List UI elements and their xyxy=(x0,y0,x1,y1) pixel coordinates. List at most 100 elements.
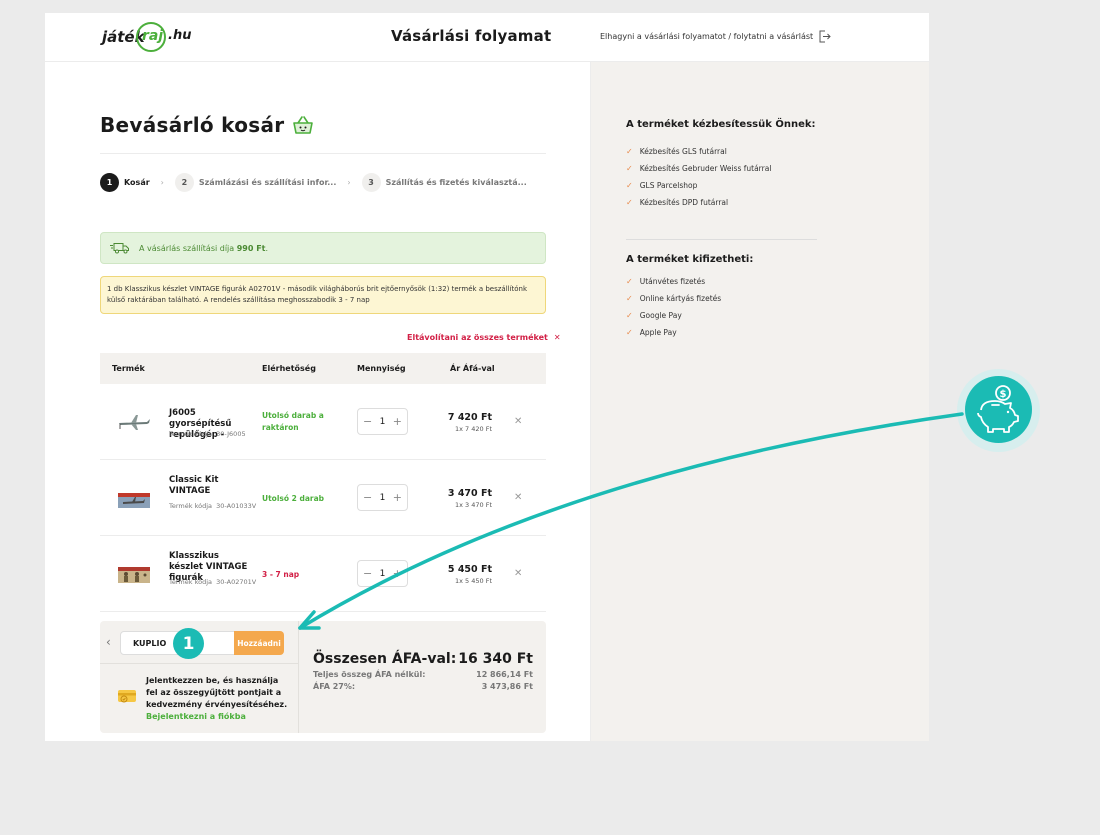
step-3-number[interactable]: 3 xyxy=(361,173,381,192)
login-prompt-text: Jelentkezzen be, és használja fel az öss… xyxy=(146,676,288,709)
step-1-label[interactable]: Kosár xyxy=(124,178,150,187)
quantity-value[interactable]: 1 xyxy=(380,569,386,579)
vat-row: ÁFA 27%: 3 473,86 Ft xyxy=(313,682,533,691)
delivery-option-label: Kézbesítés DPD futárral xyxy=(639,198,729,207)
checkout-steps: 1 Kosár › 2 Számlázási és szállítási inf… xyxy=(100,173,527,192)
logo[interactable]: játék raj .hu xyxy=(100,21,200,53)
quantity-value[interactable]: 1 xyxy=(380,493,386,503)
piggy-bank-badge: $ xyxy=(957,369,1040,452)
logo-text-raj: raj xyxy=(142,28,164,44)
payment-list: ✓ Utánvétes fizetés ✓ Online kártyás fizet… xyxy=(626,273,816,341)
item-total-price: 3 470 Ft xyxy=(447,488,492,499)
divider xyxy=(100,153,546,154)
product-code-label: Termék kódja xyxy=(169,502,213,510)
check-icon: ✓ xyxy=(626,164,633,173)
product-image-kit-box[interactable] xyxy=(117,490,151,510)
net-total-value: 12 866,14 Ft xyxy=(476,670,533,679)
list-item: ✓ Online kártyás fizetés xyxy=(626,290,816,307)
item-total-price: 7 420 Ft xyxy=(447,412,492,423)
chevron-right-icon: › xyxy=(160,178,164,187)
check-icon: ✓ xyxy=(626,198,633,207)
product-code: Termék kódja 30-A01033V xyxy=(169,501,257,511)
payment-heading: A terméket kifizetheti: xyxy=(626,254,754,265)
table-row: J6005 gyorsépítésű repülőgép - Termék kó… xyxy=(100,384,546,460)
product-image-figures-box[interactable] xyxy=(117,565,151,585)
close-icon: ✕ xyxy=(553,333,561,342)
plus-icon[interactable]: + xyxy=(393,567,402,580)
step-2-label[interactable]: Számlázási és szállítási infor... xyxy=(199,178,337,187)
list-item: ✓ Kézbesítés GLS futárral xyxy=(626,143,816,160)
quantity-stepper[interactable]: − 1 + xyxy=(357,408,408,435)
plus-icon[interactable]: + xyxy=(393,491,402,504)
availability-status: Utolsó darab a raktáron xyxy=(262,411,324,432)
divider xyxy=(626,239,817,240)
check-icon: ✓ xyxy=(626,294,633,303)
piggy-bank-circle: $ xyxy=(965,376,1032,443)
order-summary: ‹ Hozzáadni 1 Jelentkezzen be, és haszná… xyxy=(100,621,546,733)
item-price: 7 420 Ft 1x 7 420 Ft xyxy=(436,412,492,433)
header: játék raj .hu Vásárlási folyamat Elhagyn… xyxy=(45,13,929,62)
login-prompt: Jelentkezzen be, és használja fel az öss… xyxy=(146,675,288,723)
quantity-value[interactable]: 1 xyxy=(380,417,386,427)
product-image-airplane[interactable] xyxy=(117,412,151,432)
product-code: Termék kódja 30-J6005 xyxy=(169,429,257,439)
list-item: ✓ Apple Pay xyxy=(626,324,816,341)
payment-options: A terméket kifizetheti: ✓ Utánvétes fizet… xyxy=(626,254,816,341)
delivery-heading: A terméket kézbesítessük Önnek: xyxy=(626,119,816,130)
supplier-warning-notice: 1 db Klasszikus készlet VINTAGE figurák … xyxy=(100,276,546,314)
check-icon: ✓ xyxy=(626,328,633,337)
vat-value: 3 473,86 Ft xyxy=(481,682,533,691)
svg-text:$: $ xyxy=(1000,389,1007,400)
availability-status: Utolsó 2 darab xyxy=(262,494,325,503)
product-name[interactable]: Classic Kit VINTAGE xyxy=(169,475,254,497)
minus-icon[interactable]: − xyxy=(363,415,372,428)
step-badge: 1 xyxy=(173,628,204,659)
delivery-options: A terméket kézbesítessük Önnek: ✓ Kézbesí… xyxy=(626,119,816,211)
payment-option-label: Google Pay xyxy=(639,311,682,320)
basket-icon xyxy=(293,116,314,134)
chevron-left-icon[interactable]: ‹ xyxy=(106,635,111,649)
remove-item-icon[interactable]: ✕ xyxy=(514,492,522,503)
delivery-option-label: GLS Parcelshop xyxy=(639,181,698,190)
step-2-number[interactable]: 2 xyxy=(174,173,194,192)
check-icon: ✓ xyxy=(626,181,633,190)
step-1-number[interactable]: 1 xyxy=(100,173,119,192)
product-code-value: 30-J6005 xyxy=(216,430,246,438)
remove-all-button[interactable]: Eltávolítani az összes terméket ✕ xyxy=(407,333,561,342)
item-unit-price: 1x 3 470 Ft xyxy=(454,501,492,509)
leave-checkout-link[interactable]: Elhagyni a vásárlási folyamatot / folyta… xyxy=(600,30,831,43)
remove-item-icon[interactable]: ✕ xyxy=(514,416,522,427)
totals: Összesen ÁFA-val: 16 340 Ft Teljes össze… xyxy=(313,651,533,691)
item-unit-price: 1x 7 420 Ft xyxy=(454,425,492,433)
vat-label: ÁFA 27%: xyxy=(313,682,356,691)
table-row: Klasszikus készlet VINTAGE figurák Termé… xyxy=(100,536,546,612)
column-header-price: Ár Áfá-val xyxy=(450,364,495,373)
list-item: ✓ Utánvétes fizetés xyxy=(626,273,816,290)
check-icon: ✓ xyxy=(626,311,633,320)
login-link[interactable]: Bejelentkezni a fiókba xyxy=(146,712,246,721)
minus-icon[interactable]: − xyxy=(363,491,372,504)
table-row: Classic Kit VINTAGE Termék kódja 30-A010… xyxy=(100,460,546,536)
total-row: Összesen ÁFA-val: 16 340 Ft xyxy=(313,651,533,667)
quantity-stepper[interactable]: − 1 + xyxy=(357,560,408,587)
quantity-stepper[interactable]: − 1 + xyxy=(357,484,408,511)
plus-icon[interactable]: + xyxy=(393,415,402,428)
product-code-value: 30-A01033V xyxy=(216,502,257,510)
net-total-label: Teljes összeg ÁFA nélkül: xyxy=(313,670,426,679)
delivery-option-label: Kézbesítés Gebruder Weiss futárral xyxy=(639,164,772,173)
column-header-availability: Elérhetőség xyxy=(262,364,316,373)
leave-checkout-label: Elhagyni a vásárlási folyamatot / folyta… xyxy=(600,32,814,41)
list-item: ✓ GLS Parcelshop xyxy=(626,177,816,194)
product-code-value: 30-A02701V xyxy=(216,578,257,586)
step-3-label[interactable]: Szállítás és fizetés kiválasztá... xyxy=(386,178,527,187)
total-value: 16 340 Ft xyxy=(458,651,533,667)
item-price: 5 450 Ft 1x 5 450 Ft xyxy=(436,564,492,585)
shipping-fee-amount: 990 Ft xyxy=(236,243,266,253)
remove-item-icon[interactable]: ✕ xyxy=(514,568,522,579)
shipping-fee-suffix: . xyxy=(265,243,269,253)
list-item: ✓ Google Pay xyxy=(626,307,816,324)
minus-icon[interactable]: − xyxy=(363,567,372,580)
add-coupon-button[interactable]: Hozzáadni xyxy=(234,631,284,655)
list-item: ✓ Kézbesítés Gebruder Weiss futárral xyxy=(626,160,816,177)
coupon-row: ‹ Hozzáadni 1 xyxy=(100,621,299,664)
